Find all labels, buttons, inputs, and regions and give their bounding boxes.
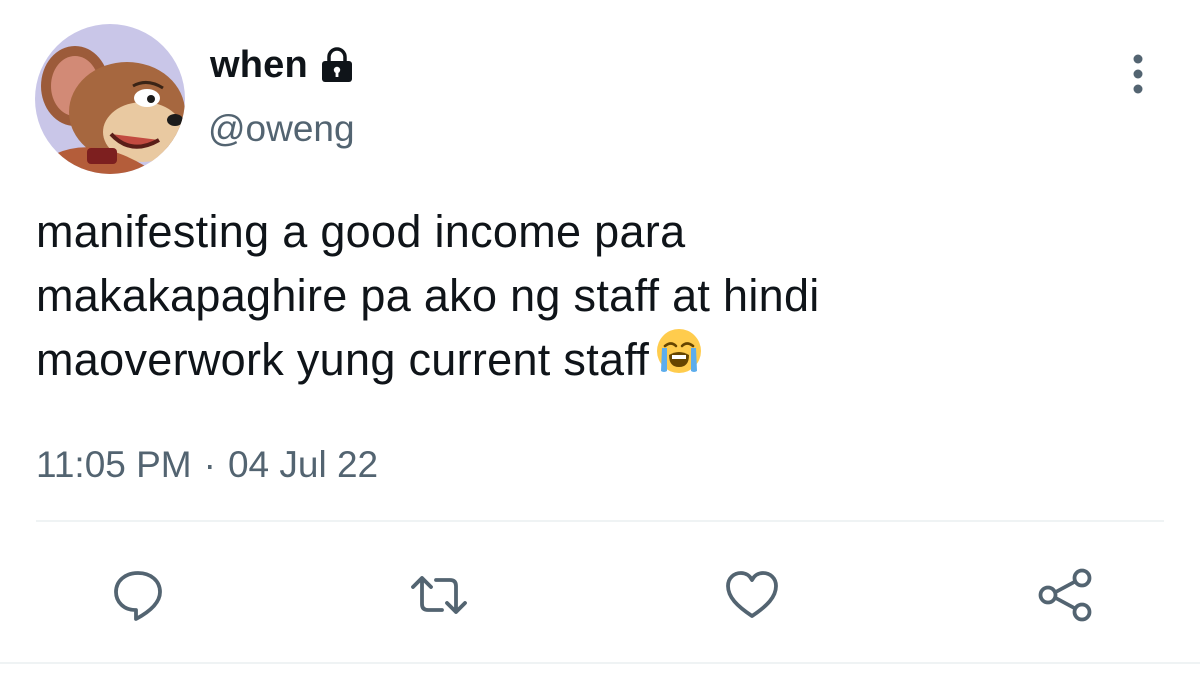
like-icon	[726, 571, 778, 618]
retweet-icon	[411, 576, 467, 614]
tweet-text: manifesting a good income para makakapag…	[36, 200, 1156, 392]
share-icon	[1038, 568, 1092, 622]
tweet-line: maoverwork yung current staff	[36, 334, 650, 385]
tweet-timestamp[interactable]: 11:05 PM · 04 Jul 22	[36, 444, 378, 486]
more-options-button[interactable]	[1120, 50, 1156, 98]
tweet-line-last: maoverwork yung current staff	[36, 328, 1156, 392]
display-name[interactable]: when	[210, 44, 308, 87]
bottom-divider	[0, 662, 1200, 664]
loudly-crying-face-emoji	[655, 327, 703, 392]
reply-icon	[114, 571, 162, 621]
action-bar	[0, 560, 1200, 630]
tweet-date: 04 Jul 22	[227, 444, 379, 485]
tweet-line: makakapaghire pa ako ng staff at hindi	[36, 270, 820, 321]
tweet-card: when @oweng manifesting a good income pa…	[0, 0, 1200, 681]
avatar-image	[35, 24, 185, 174]
tweet-time: 11:05 PM	[36, 444, 192, 485]
share-button[interactable]	[1030, 560, 1100, 630]
divider	[36, 520, 1164, 522]
tweet-line: manifesting a good income para	[36, 206, 686, 257]
avatar[interactable]	[35, 24, 185, 174]
reply-button[interactable]	[103, 560, 173, 630]
lock-icon	[318, 46, 356, 84]
meta-separator: ·	[203, 444, 216, 485]
name-row: when	[210, 40, 356, 90]
retweet-button[interactable]	[404, 560, 474, 630]
like-button[interactable]	[717, 560, 787, 630]
more-options-icon	[1133, 54, 1143, 94]
user-handle[interactable]: @oweng	[208, 108, 355, 150]
